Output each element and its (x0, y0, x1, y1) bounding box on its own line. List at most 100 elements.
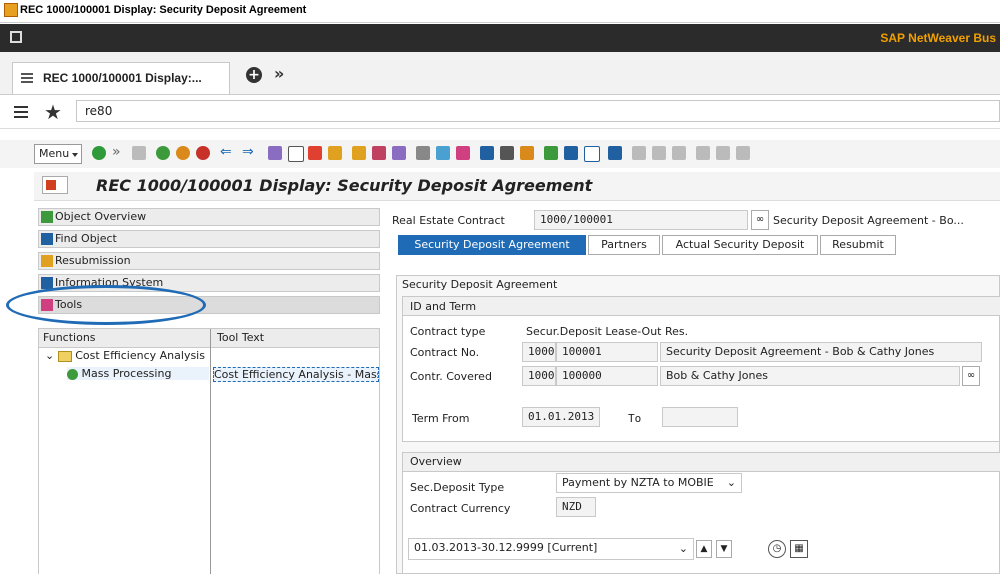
menu-button-label: Menu (39, 147, 70, 160)
add-tab-icon[interactable]: + (246, 67, 262, 83)
table-icon[interactable] (584, 146, 600, 162)
menu-button[interactable]: Menu (34, 144, 82, 164)
deposit-type-value: Payment by NZTA to MOBIE (562, 476, 714, 489)
contract-currency-label: Contract Currency (410, 502, 511, 515)
save-icon[interactable] (132, 146, 146, 160)
structure-icon[interactable] (544, 146, 558, 160)
tab-current[interactable]: REC 1000/100001 Display:... (12, 62, 230, 94)
next-page-icon[interactable] (736, 146, 750, 160)
first-page-icon[interactable] (696, 146, 710, 160)
previous-period-icon[interactable]: ▲ (696, 540, 712, 558)
section-title: Security Deposit Agreement (402, 278, 558, 291)
shell-menu-icon[interactable] (10, 31, 22, 43)
binoculars-icon (41, 233, 53, 245)
group-title-overview: Overview (410, 455, 462, 468)
window-title-bar: REC 1000/100001 Display: Security Deposi… (0, 0, 1000, 23)
term-from-label: Term From (412, 412, 470, 425)
glasses-icon[interactable]: ∞ (751, 210, 769, 230)
term-from-field[interactable]: 01.01.2013 (522, 407, 600, 427)
tree-header: Functions Tool Text (39, 329, 379, 348)
tools-tree: Functions Tool Text ⌄ Cost Efficiency An… (38, 328, 380, 574)
calendar-icon[interactable]: ▦ (790, 540, 808, 558)
nav-object-overview[interactable]: Object Overview (38, 208, 380, 226)
highlight-circle (6, 285, 206, 325)
contract-no-description-field[interactable]: Security Deposit Agreement - Bob & Cathy… (660, 342, 982, 362)
new-document-icon[interactable] (288, 146, 304, 162)
nav-resubmission[interactable]: Resubmission (38, 252, 380, 270)
nav-find-object[interactable]: Find Object (38, 230, 380, 248)
folder-icon (57, 350, 72, 362)
column-header-functions[interactable]: Functions (43, 331, 96, 344)
tab-actual-security-deposit[interactable]: Actual Security Deposit (662, 235, 818, 255)
contract-type-value: Secur.Deposit Lease-Out Res. (526, 325, 689, 338)
contract-description: Security Deposit Agreement - Bo... (773, 214, 964, 227)
contract-no-label: Contract No. (410, 346, 480, 359)
tree-item[interactable]: Mass Processing (67, 367, 209, 380)
tab-bar: REC 1000/100001 Display:... + » (0, 52, 1000, 95)
glasses-icon[interactable]: ∞ (962, 366, 980, 386)
period-value: 01.03.2013-30.12.9999 [Current] (414, 541, 598, 554)
contract-currency-field[interactable]: NZD (556, 497, 596, 517)
chevron-down-icon: ⌄ (45, 349, 55, 362)
cancel-icon[interactable] (196, 146, 210, 160)
tree-folder[interactable]: ⌄ Cost Efficiency Analysis (45, 349, 207, 362)
menu-list-icon[interactable] (14, 106, 28, 118)
deposit-type-select[interactable]: Payment by NZTA to MOBIE ⌄ (556, 473, 742, 493)
previous-page-icon[interactable] (716, 146, 730, 160)
tree-item-tool-text[interactable]: Cost Efficiency Analysis - Mass I (213, 367, 379, 382)
chevron-down-icon: ⌄ (678, 542, 688, 555)
paste-icon[interactable] (328, 146, 342, 160)
confirm-icon[interactable] (92, 146, 106, 160)
arrow-left-icon[interactable]: ⇐ (220, 144, 232, 160)
hierarchy-icon (41, 211, 53, 223)
nav-item-label: Find Object (55, 232, 117, 245)
contract-type-label: Contract type (410, 325, 486, 338)
tab-security-deposit-agreement[interactable]: Security Deposit Agreement (398, 235, 586, 255)
next-period-icon[interactable]: ▼ (716, 540, 732, 558)
print-icon[interactable] (500, 146, 514, 160)
tab-partners[interactable]: Partners (588, 235, 660, 255)
clock-icon[interactable]: ◷ (768, 540, 786, 558)
contract-label: Real Estate Contract (392, 214, 505, 227)
exit-icon[interactable] (176, 146, 190, 160)
edit-icon[interactable] (372, 146, 386, 160)
info-icon[interactable] (608, 146, 622, 160)
group-title-id-term: ID and Term (410, 300, 477, 313)
more-tabs-icon[interactable]: » (274, 64, 284, 83)
chevron-down-icon (72, 153, 78, 157)
transfer-icon[interactable] (436, 146, 450, 160)
link-icon[interactable] (456, 146, 470, 160)
find-icon[interactable] (652, 146, 666, 160)
refresh-icon[interactable] (392, 146, 406, 160)
contract-no-field[interactable]: 100001 (556, 342, 658, 362)
navigate-icon[interactable] (416, 146, 430, 160)
upload-icon[interactable] (520, 146, 534, 160)
contract-number-field[interactable]: 1000/100001 (534, 210, 748, 230)
print-preview-icon[interactable] (632, 146, 646, 160)
expand-toolbar-icon[interactable]: » (112, 144, 121, 160)
contract-covered-description-field[interactable]: Bob & Cathy Jones (660, 366, 960, 386)
contract-no-company-field[interactable]: 1000 (522, 342, 556, 362)
shell-bar: SAP NetWeaver Bus (0, 24, 1000, 52)
tree-item-label: Mass Processing (81, 367, 172, 380)
find-next-icon[interactable] (672, 146, 686, 160)
back-icon[interactable] (156, 146, 170, 160)
attach-icon[interactable] (480, 146, 494, 160)
command-field[interactable]: re80 (76, 100, 1000, 122)
tab-resubmit[interactable]: Resubmit (820, 235, 896, 255)
favorite-star-icon[interactable]: ★ (44, 100, 62, 124)
copy-icon[interactable] (308, 146, 322, 160)
hierarchy-icon[interactable] (352, 146, 366, 160)
resubmission-icon (41, 255, 53, 267)
column-header-tool-text[interactable]: Tool Text (217, 331, 264, 344)
list-view-icon[interactable] (564, 146, 578, 160)
object-type-icon[interactable] (42, 176, 68, 194)
period-select[interactable]: 01.03.2013-30.12.9999 [Current] ⌄ (408, 538, 694, 560)
tree-folder-label: Cost Efficiency Analysis (75, 349, 205, 362)
term-to-field[interactable] (662, 407, 738, 427)
contract-covered-company-field[interactable]: 1000 (522, 366, 556, 386)
arrow-right-icon[interactable]: ⇒ (242, 144, 254, 160)
contract-covered-field[interactable]: 100000 (556, 366, 658, 386)
nav-item-label: Object Overview (55, 210, 147, 223)
display-change-icon[interactable] (268, 146, 282, 160)
